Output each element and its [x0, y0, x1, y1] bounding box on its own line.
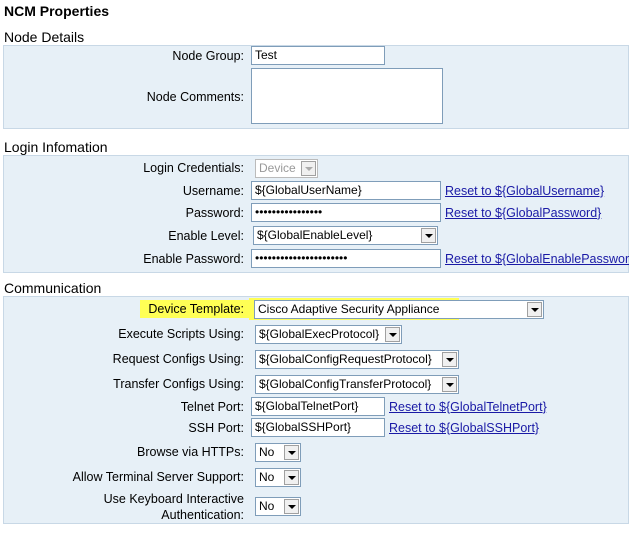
- browse-https-value: No: [259, 445, 275, 459]
- enable-level-select[interactable]: ${GlobalEnableLevel}: [253, 226, 438, 245]
- node-comments-label: Node Comments:: [146, 90, 244, 104]
- device-template-value: Cisco Adaptive Security Appliance: [258, 302, 440, 316]
- password-label: Password:: [185, 206, 244, 220]
- ssh-port-input[interactable]: ${GlobalSSHPort}: [251, 418, 385, 437]
- enable-password-input[interactable]: ••••••••••••••••••••••: [251, 249, 441, 268]
- communication-heading: Communication: [4, 280, 102, 296]
- chevron-down-icon: [421, 228, 436, 243]
- browse-https-select[interactable]: No: [255, 443, 301, 462]
- username-reset-link[interactable]: Reset to ${GlobalUsername}: [445, 184, 604, 198]
- keyboard-auth-label-line1: Use Keyboard Interactive: [103, 492, 244, 506]
- chevron-down-icon: [527, 302, 542, 317]
- telnet-port-label: Telnet Port:: [180, 400, 244, 414]
- node-details-heading: Node Details: [4, 29, 85, 45]
- browse-https-label: Browse via HTTPs:: [137, 445, 244, 459]
- keyboard-auth-select[interactable]: No: [255, 497, 301, 516]
- terminal-server-value: No: [259, 470, 275, 484]
- keyboard-auth-label: Use Keyboard Interactive Authentication:: [104, 491, 244, 523]
- node-group-label: Node Group:: [172, 49, 244, 63]
- login-heading: Login Infomation: [4, 139, 108, 155]
- chevron-down-icon: [385, 327, 400, 342]
- username-input[interactable]: ${GlobalUserName}: [251, 181, 441, 200]
- username-label: Username:: [182, 184, 244, 198]
- terminal-server-select[interactable]: No: [255, 468, 301, 487]
- ssh-port-label: SSH Port:: [188, 421, 244, 435]
- keyboard-auth-value: No: [259, 499, 275, 513]
- login-credentials-select[interactable]: Device: [255, 159, 318, 178]
- transfer-configs-select[interactable]: ${GlobalConfigTransferProtocol}: [255, 375, 459, 394]
- telnet-port-reset-link[interactable]: Reset to ${GlobalTelnetPort}: [389, 400, 547, 414]
- chevron-down-icon: [442, 377, 457, 392]
- chevron-down-icon: [284, 445, 299, 460]
- password-reset-link[interactable]: Reset to ${GlobalPassword}: [445, 206, 601, 220]
- enable-password-label: Enable Password:: [143, 252, 244, 266]
- terminal-server-label: Allow Terminal Server Support:: [72, 470, 244, 484]
- enable-level-label: Enable Level:: [168, 229, 244, 243]
- chevron-down-icon: [284, 499, 299, 514]
- execute-scripts-select[interactable]: ${GlobalExecProtocol}: [255, 325, 402, 344]
- request-configs-select[interactable]: ${GlobalConfigRequestProtocol}: [255, 350, 459, 369]
- chevron-down-icon: [301, 161, 316, 176]
- chevron-down-icon: [442, 352, 457, 367]
- execute-scripts-value: ${GlobalExecProtocol}: [259, 327, 380, 341]
- request-configs-label: Request Configs Using:: [112, 352, 244, 366]
- telnet-port-input[interactable]: ${GlobalTelnetPort}: [251, 397, 385, 416]
- enable-password-reset-link[interactable]: Reset to ${GlobalEnablePassword}: [445, 252, 629, 266]
- device-template-label: Device Template:: [148, 302, 244, 316]
- page-title: NCM Properties: [4, 3, 110, 19]
- node-group-input[interactable]: Test: [251, 46, 385, 65]
- execute-scripts-label: Execute Scripts Using:: [118, 327, 244, 341]
- request-configs-value: ${GlobalConfigRequestProtocol}: [259, 352, 432, 366]
- enable-level-value: ${GlobalEnableLevel}: [257, 228, 373, 242]
- login-credentials-label: Login Credentials:: [143, 161, 244, 175]
- transfer-configs-label: Transfer Configs Using:: [113, 377, 244, 391]
- device-template-select[interactable]: Cisco Adaptive Security Appliance: [254, 300, 544, 319]
- login-credentials-value: Device: [259, 161, 296, 175]
- chevron-down-icon: [284, 470, 299, 485]
- transfer-configs-value: ${GlobalConfigTransferProtocol}: [259, 377, 432, 391]
- password-input[interactable]: ••••••••••••••••: [251, 203, 441, 222]
- node-comments-textarea[interactable]: [251, 68, 443, 124]
- keyboard-auth-label-line2: Authentication:: [161, 508, 244, 522]
- ssh-port-reset-link[interactable]: Reset to ${GlobalSSHPort}: [389, 421, 539, 435]
